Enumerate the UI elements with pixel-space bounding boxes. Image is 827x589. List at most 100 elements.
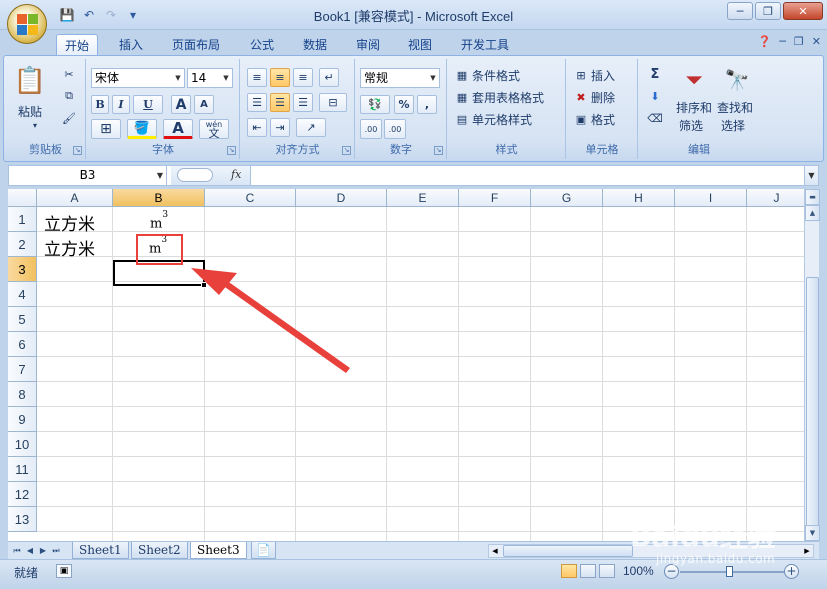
decrease-indent-icon[interactable]: ⇤ bbox=[247, 118, 267, 137]
align-top-icon[interactable]: ≡ bbox=[247, 68, 267, 87]
insert-sheet-icon[interactable]: 📄 bbox=[251, 542, 276, 559]
decrease-decimal-button[interactable]: .00 bbox=[384, 119, 406, 139]
ribbon-minimize-icon[interactable]: ─ bbox=[779, 35, 786, 48]
italic-button[interactable]: I bbox=[112, 95, 130, 114]
format-cells-button[interactable]: 格式 bbox=[591, 111, 615, 128]
font-size-dropdown-icon[interactable]: ▼ bbox=[220, 69, 232, 87]
scroll-right-icon[interactable]: ▶ bbox=[801, 545, 813, 557]
comma-button[interactable]: , bbox=[417, 95, 437, 114]
copy-icon[interactable]: ⧉ bbox=[60, 87, 78, 105]
orientation-icon[interactable]: ↗ bbox=[296, 118, 326, 137]
border-icon[interactable]: ⊞ bbox=[91, 119, 121, 139]
conditional-format-button[interactable]: 条件格式 bbox=[472, 67, 520, 84]
paste-dropdown-icon[interactable]: ▾ bbox=[33, 121, 37, 130]
tab-review[interactable]: 审阅 bbox=[348, 34, 388, 56]
number-format-dropdown-icon[interactable]: ▼ bbox=[427, 69, 439, 87]
split-box-icon[interactable]: ▬ bbox=[805, 189, 820, 205]
insert-cells-button[interactable]: 插入 bbox=[591, 67, 615, 84]
vertical-scrollbar[interactable]: ▬ ▲ ▼ bbox=[804, 189, 820, 541]
zoom-slider-knob[interactable] bbox=[726, 566, 733, 577]
macro-record-icon[interactable]: ▣ bbox=[56, 564, 72, 578]
scroll-left-icon[interactable]: ◀ bbox=[489, 545, 501, 557]
find-select-label-1[interactable]: 查找和 bbox=[717, 99, 753, 116]
delete-cells-button[interactable]: 删除 bbox=[591, 89, 615, 106]
office-button[interactable] bbox=[7, 4, 47, 44]
format-painter-icon[interactable]: 🖌 bbox=[60, 109, 78, 127]
align-bottom-icon[interactable]: ≡ bbox=[293, 68, 313, 87]
grow-font-button[interactable]: A bbox=[171, 95, 191, 114]
sort-filter-icon[interactable]: ⏷ bbox=[681, 65, 707, 95]
autosum-button[interactable]: Σ bbox=[645, 65, 665, 83]
zoom-slider[interactable] bbox=[680, 566, 784, 577]
format-as-table-button[interactable]: 套用表格格式 bbox=[472, 89, 544, 106]
sheet-tab-3[interactable]: Sheet3 bbox=[190, 542, 247, 559]
zoom-level[interactable]: 100% bbox=[623, 564, 654, 578]
fill-icon[interactable]: ⬇ bbox=[645, 87, 665, 105]
paste-button-label[interactable]: 粘贴 bbox=[18, 103, 42, 120]
name-box-dropdown-icon[interactable]: ▼ bbox=[157, 166, 163, 185]
font-color-icon[interactable]: A bbox=[163, 119, 193, 139]
insert-function-button[interactable]: fx bbox=[231, 168, 241, 181]
number-launcher-icon[interactable]: ↘ bbox=[434, 146, 443, 155]
formula-bar-expand-icon[interactable]: ▼ bbox=[804, 166, 818, 185]
underline-button[interactable]: U bbox=[133, 95, 163, 114]
page-break-view-icon[interactable] bbox=[599, 564, 615, 578]
help-icon[interactable]: ❓ bbox=[758, 35, 772, 48]
minimize-button[interactable]: ─ bbox=[727, 2, 753, 20]
merge-center-icon[interactable]: ⊟ bbox=[319, 93, 347, 112]
zoom-in-icon[interactable]: + bbox=[784, 564, 799, 579]
tab-developer[interactable]: 开发工具 bbox=[453, 34, 517, 56]
cut-icon[interactable]: ✂ bbox=[60, 65, 78, 83]
zoom-out-icon[interactable]: − bbox=[664, 564, 679, 579]
name-box[interactable]: B3 ▼ bbox=[9, 166, 167, 185]
sort-filter-label-1[interactable]: 排序和 bbox=[676, 99, 712, 116]
align-middle-icon[interactable]: ≡ bbox=[270, 68, 290, 87]
currency-icon[interactable]: 💱 bbox=[360, 95, 390, 114]
horizontal-scroll-thumb[interactable] bbox=[503, 545, 633, 557]
tab-insert[interactable]: 插入 bbox=[111, 34, 151, 56]
align-center-icon[interactable]: ☰ bbox=[270, 93, 290, 112]
increase-indent-icon[interactable]: ⇥ bbox=[270, 118, 290, 137]
vertical-scroll-thumb[interactable] bbox=[806, 277, 819, 535]
tab-formulas[interactable]: 公式 bbox=[242, 34, 282, 56]
formula-bar-handle[interactable] bbox=[177, 168, 213, 182]
ribbon-restore-icon[interactable]: ❐ bbox=[794, 35, 804, 48]
maximize-button[interactable]: ❐ bbox=[755, 2, 781, 20]
last-sheet-icon[interactable]: ⏭ bbox=[50, 544, 62, 557]
clear-icon[interactable]: ⌫ bbox=[645, 109, 665, 127]
scroll-up-icon[interactable]: ▲ bbox=[805, 205, 820, 221]
first-sheet-icon[interactable]: ⏮ bbox=[11, 544, 23, 557]
normal-view-icon[interactable] bbox=[561, 564, 577, 578]
ribbon-close-icon[interactable]: ✕ bbox=[812, 35, 821, 48]
shrink-font-button[interactable]: A bbox=[194, 95, 214, 114]
clipboard-launcher-icon[interactable]: ↘ bbox=[73, 146, 82, 155]
worksheet-grid[interactable]: A B C D E F G H I J 1 2 3 4 5 6 7 8 9 10… bbox=[8, 189, 804, 541]
sort-filter-label-2[interactable]: 筛选 bbox=[679, 117, 703, 134]
tab-data[interactable]: 数据 bbox=[295, 34, 335, 56]
fill-color-icon[interactable]: 🪣 bbox=[127, 119, 157, 139]
font-launcher-icon[interactable]: ↘ bbox=[227, 146, 236, 155]
close-button[interactable]: ✕ bbox=[783, 2, 823, 20]
tab-page-layout[interactable]: 页面布局 bbox=[164, 34, 228, 56]
number-format-combo[interactable]: 常规 ▼ bbox=[360, 68, 440, 88]
cell-styles-button[interactable]: 单元格样式 bbox=[472, 111, 532, 128]
bold-button[interactable]: B bbox=[91, 95, 109, 114]
find-select-label-2[interactable]: 选择 bbox=[721, 117, 745, 134]
scroll-down-icon[interactable]: ▼ bbox=[805, 525, 820, 541]
paste-icon[interactable]: 📋 bbox=[12, 62, 48, 100]
sheet-tab-1[interactable]: Sheet1 bbox=[72, 542, 129, 559]
font-size-combo[interactable]: 14 ▼ bbox=[187, 68, 233, 88]
align-left-icon[interactable]: ☰ bbox=[247, 93, 267, 112]
tab-view[interactable]: 视图 bbox=[400, 34, 440, 56]
phonetic-button[interactable]: wén 文 bbox=[199, 119, 229, 139]
percent-button[interactable]: % bbox=[394, 95, 414, 114]
find-select-icon[interactable]: 🔭 bbox=[724, 65, 750, 95]
font-name-combo[interactable]: 宋体 ▼ bbox=[91, 68, 185, 88]
sheet-tab-2[interactable]: Sheet2 bbox=[131, 542, 188, 559]
wrap-text-icon[interactable]: ↵ bbox=[319, 68, 339, 87]
tab-home[interactable]: 开始 bbox=[56, 34, 99, 56]
page-layout-view-icon[interactable] bbox=[580, 564, 596, 578]
align-right-icon[interactable]: ☰ bbox=[293, 93, 313, 112]
alignment-launcher-icon[interactable]: ↘ bbox=[342, 146, 351, 155]
next-sheet-icon[interactable]: ▶ bbox=[37, 544, 49, 557]
